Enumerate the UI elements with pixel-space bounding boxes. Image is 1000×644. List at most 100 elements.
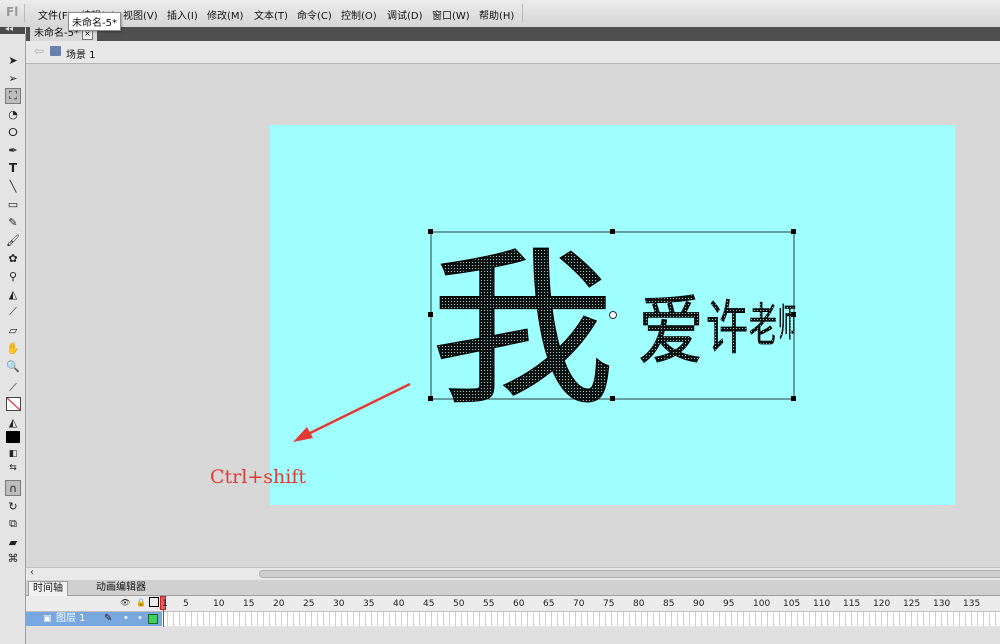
menu-view[interactable]: 视图(V) <box>123 7 158 22</box>
menu-control[interactable]: 控制(O) <box>341 7 377 22</box>
document-tab-bar: 未命名-5* × <box>26 27 1000 41</box>
outline-icon[interactable] <box>149 597 159 607</box>
frame-number: 95 <box>723 599 735 609</box>
snap-to-objects-icon[interactable]: ∩ <box>5 480 21 496</box>
frame-number: 85 <box>663 599 675 609</box>
frame-number: 10 <box>213 599 225 609</box>
stroke-color-icon[interactable]: ⟋ <box>5 380 21 396</box>
fill-color-icon[interactable]: ◭ <box>5 414 21 430</box>
frame-number: 120 <box>873 599 891 609</box>
timeline-tabs: 时间轴 动画编辑器 <box>26 580 1000 596</box>
edit-bar: ⇦ 场景 1 <box>26 41 1000 64</box>
frame-number: 20 <box>273 599 285 609</box>
pencil-tool-icon[interactable]: ✎ <box>5 214 21 230</box>
menu-bar: Fl 文件(F) 编辑(E) 视图(V) 插入(I) 修改(M) 文本(T) 命… <box>0 0 1000 28</box>
selection-tool-icon[interactable]: ➤ <box>5 52 21 68</box>
menu-commands[interactable]: 命令(C) <box>297 7 332 22</box>
lock-icon[interactable]: 🔒 <box>136 598 146 607</box>
scene-icon <box>50 46 61 56</box>
frame-strip[interactable] <box>162 612 1000 626</box>
lasso-tool-icon[interactable]: ⵔ <box>5 124 21 140</box>
stage[interactable] <box>270 125 955 505</box>
frame-number: 35 <box>363 599 375 609</box>
layer-name: 图层 1 <box>56 613 86 624</box>
eraser-tool-icon[interactable]: ▱ <box>5 322 21 338</box>
frame-number: 65 <box>543 599 555 609</box>
frame-number: 110 <box>813 599 831 609</box>
frame-number: 15 <box>243 599 255 609</box>
bone-tool-icon[interactable]: ⚲ <box>5 268 21 284</box>
stroke-color-swatch[interactable] <box>5 396 21 412</box>
flash-logo: Fl <box>6 5 19 19</box>
frame-number: 45 <box>423 599 435 609</box>
envelope-icon[interactable]: ⌘ <box>5 550 21 566</box>
menu-file[interactable]: 文件(F) <box>38 7 72 22</box>
frame-number: 115 <box>843 599 861 609</box>
back-arrow-icon[interactable]: ⇦ <box>34 44 44 58</box>
fill-color-swatch[interactable] <box>5 429 21 445</box>
text-tool-icon[interactable]: T <box>5 160 21 176</box>
frame-number: 130 <box>933 599 951 609</box>
frame-number: 30 <box>333 599 345 609</box>
frame-number: 40 <box>393 599 405 609</box>
deco-tool-icon[interactable]: ✿ <box>5 250 21 266</box>
frame-number: 125 <box>903 599 921 609</box>
menu-separator <box>24 4 25 22</box>
line-tool-icon[interactable]: ╲ <box>5 178 21 194</box>
frame-number: 105 <box>783 599 801 609</box>
frame-number: 55 <box>483 599 495 609</box>
layer-row[interactable]: ▣ 图层 1 ✎ • • <box>26 612 1000 626</box>
pen-tool-icon[interactable]: ✒ <box>5 142 21 158</box>
3d-rotation-tool-icon[interactable]: ◔ <box>5 106 21 122</box>
frame-number: 1 <box>162 599 168 609</box>
frame-number: 75 <box>603 599 615 609</box>
visibility-dot[interactable]: • <box>123 612 129 626</box>
menu-help[interactable]: 帮助(H) <box>479 7 514 22</box>
rotate-skew-icon[interactable]: ↻ <box>5 498 21 514</box>
collapse-icon[interactable]: ◂◂ <box>5 24 13 33</box>
eyedropper-tool-icon[interactable]: ⟋ <box>5 304 21 320</box>
tab-motion-editor[interactable]: 动画编辑器 <box>92 581 150 595</box>
document-tooltip: 未命名-5* <box>68 12 121 31</box>
eye-icon[interactable]: 👁 <box>120 598 130 607</box>
tab-timeline[interactable]: 时间轴 <box>28 581 68 596</box>
frame-number: 60 <box>513 599 525 609</box>
zoom-tool-icon[interactable]: 🔍 <box>5 358 21 374</box>
brush-tool-icon[interactable]: 🖌 <box>5 232 21 248</box>
frame-number: 5 <box>183 599 189 609</box>
scale-icon[interactable]: ⧉ <box>5 516 21 532</box>
scrollbar-thumb[interactable] <box>259 570 1000 578</box>
menu-text[interactable]: 文本(T) <box>254 7 288 22</box>
paint-bucket-tool-icon[interactable]: ◭ <box>5 286 21 302</box>
scroll-left-icon[interactable]: ‹ <box>30 567 34 578</box>
frame-number: 70 <box>573 599 585 609</box>
frame-number: 90 <box>693 599 705 609</box>
frame-number: 100 <box>753 599 771 609</box>
frame-number: 50 <box>453 599 465 609</box>
subselection-tool-icon[interactable]: ➢ <box>5 70 21 86</box>
rectangle-tool-icon[interactable]: ▭ <box>5 196 21 212</box>
frame-number: 80 <box>633 599 645 609</box>
frame-number: 135 <box>963 599 981 609</box>
menu-debug[interactable]: 调试(D) <box>387 7 423 22</box>
menu-insert[interactable]: 插入(I) <box>167 7 198 22</box>
layer-color-outline[interactable] <box>148 614 158 624</box>
swap-colors-icon[interactable]: ⇆ <box>5 460 21 476</box>
free-transform-tool-icon[interactable]: ⛶ <box>5 88 21 104</box>
menu-separator <box>522 4 523 22</box>
scene-label[interactable]: 场景 1 <box>66 46 96 61</box>
layer-name-cell[interactable]: ▣ 图层 1 ✎ • • <box>26 612 162 626</box>
layer-icon: ▣ <box>43 614 52 624</box>
menu-window[interactable]: 窗口(W) <box>432 7 470 22</box>
lock-dot[interactable]: • <box>137 612 143 626</box>
tools-panel: ➤ ➢ ⛶ ◔ ⵔ ✒ T ╲ ▭ ✎ 🖌 ✿ ⚲ ◭ ⟋ ▱ ✋ 🔍 ⟋ ◭ … <box>0 34 26 644</box>
hand-tool-icon[interactable]: ✋ <box>5 340 21 356</box>
horizontal-scrollbar[interactable]: ‹ <box>26 567 1000 580</box>
timeline-empty-area <box>26 627 1000 644</box>
timeline-panel: 时间轴 动画编辑器 👁 🔒 ▣ 图层 1 ✎ • • 1 5 10 15 20 25 30 3… <box>26 580 1000 644</box>
tools-panel-header[interactable]: ◂◂ <box>0 24 25 34</box>
frame-number: 25 <box>303 599 315 609</box>
menu-modify[interactable]: 修改(M) <box>207 7 243 22</box>
pencil-icon[interactable]: ✎ <box>104 612 112 626</box>
distort-icon[interactable]: ▰ <box>5 534 21 550</box>
